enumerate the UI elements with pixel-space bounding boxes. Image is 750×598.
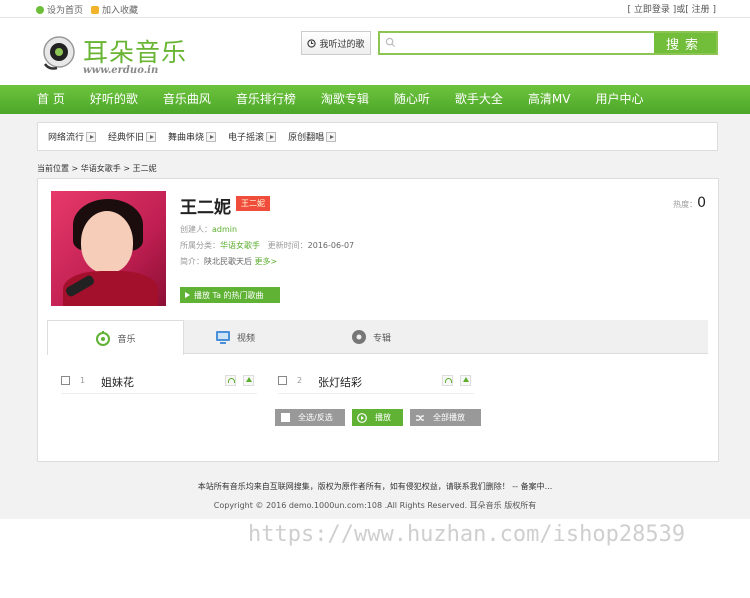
top-bar: 设为首页 加入收藏 [ 立即登录 ]或[ 注册 ] — [0, 0, 750, 18]
subnav-item[interactable]: 舞曲串烧 — [168, 130, 217, 143]
song-checkbox[interactable] — [278, 376, 287, 385]
upload-icon[interactable] — [243, 375, 254, 386]
arrow-right-icon — [206, 131, 217, 142]
creator-link[interactable]: admin — [212, 225, 237, 234]
tab-video[interactable]: 视频 — [215, 320, 255, 354]
shuffle-icon — [416, 414, 424, 421]
listen-icon[interactable] — [442, 375, 453, 386]
play-button[interactable]: 播放 — [352, 409, 403, 426]
music-icon — [96, 331, 111, 346]
nav-item-random[interactable]: 随心听 — [394, 85, 430, 114]
tab-music[interactable]: 音乐 — [47, 320, 184, 355]
nav-item-singers[interactable]: 歌手大全 — [455, 85, 503, 114]
set-home-link[interactable]: 设为首页 — [36, 3, 83, 16]
logo-text: 耳朵音乐 — [83, 38, 188, 67]
history-button[interactable]: 我听过的歌 — [301, 31, 371, 55]
play-circle-icon — [357, 412, 367, 423]
artist-photo — [51, 191, 166, 306]
search-box: 搜索 — [378, 31, 718, 55]
play-hot-songs-button[interactable]: 播放 Ta 的热门歌曲 — [180, 287, 280, 303]
home-icon — [36, 5, 44, 14]
song-row: 2 张灯结彩 — [278, 368, 474, 394]
category-row: 所属分类：华语女歌手 更新时间：2016-06-07 — [180, 241, 355, 250]
arrow-right-icon — [266, 131, 277, 142]
clock-icon — [307, 38, 317, 48]
album-disc-icon — [352, 330, 366, 344]
breadcrumb[interactable]: 当前位置 > 华语女歌手 > 王二妮 — [37, 163, 750, 173]
login-register-links[interactable]: [ 立即登录 ]或[ 注册 ] — [628, 2, 717, 15]
site-header: 耳朵音乐 www.erduo.in 我听过的歌 搜索 — [0, 18, 750, 85]
play-all-button[interactable]: 全部播放 — [410, 409, 481, 426]
video-icon — [216, 331, 230, 344]
star-icon — [91, 5, 100, 14]
nav-item-mv[interactable]: 高清MV — [528, 85, 571, 114]
content-tabs: 音乐 视频 专辑 — [47, 320, 708, 355]
subnav-item[interactable]: 网络流行 — [48, 130, 97, 143]
arrow-right-icon — [326, 131, 337, 142]
category-link[interactable]: 华语女歌手 — [220, 241, 260, 250]
search-button[interactable]: 搜索 — [654, 33, 716, 53]
search-input[interactable] — [400, 35, 650, 51]
footer-copyright: Copyright © 2016 demo.1000un.com:108 .Al… — [213, 501, 537, 510]
nav-item-albums[interactable]: 淘歌专辑 — [321, 85, 369, 114]
listen-icon[interactable] — [225, 375, 236, 386]
search-icon — [385, 37, 396, 48]
intro-row: 简介：陕北民歌天后 更多> — [180, 257, 278, 266]
song-title-link[interactable]: 张灯结彩 — [318, 374, 362, 390]
creator-row: 创建人：admin — [180, 225, 238, 234]
tab-album[interactable]: 专辑 — [351, 320, 391, 354]
subnav-item[interactable]: 电子摇滚 — [228, 130, 277, 143]
artist-panel: 王二妮 王二妮 热度：0 创建人：admin 所属分类：华语女歌手 更新时间：2… — [37, 178, 719, 462]
song-title-link[interactable]: 姐妹花 — [101, 374, 134, 390]
arrow-right-icon — [86, 131, 97, 142]
sub-nav: 网络流行 经典怀旧 舞曲串烧 电子摇滚 原创翻唱 — [37, 122, 718, 151]
song-checkbox[interactable] — [61, 376, 70, 385]
watermark: https://www.huzhan.com/ishop28539 — [248, 522, 686, 547]
add-favorite-link[interactable]: 加入收藏 — [91, 3, 138, 16]
more-link[interactable]: 更多> — [255, 257, 278, 266]
song-row: 1 姐妹花 — [61, 368, 257, 394]
checkbox-icon — [281, 413, 290, 422]
upload-icon[interactable] — [460, 375, 471, 386]
arrow-right-icon — [146, 131, 157, 142]
play-icon — [185, 292, 190, 298]
select-all-button[interactable]: 全选/反选 — [275, 409, 345, 426]
nav-item-user-center[interactable]: 用户中心 — [596, 85, 644, 114]
heat-counter: 热度：0 — [673, 195, 706, 211]
footer-disclaimer: 本站所有音乐均来自互联网搜集，版权为原作者所有，如有侵犯权益，请联系我们删除！ … — [197, 482, 553, 491]
subnav-item[interactable]: 经典怀旧 — [108, 130, 157, 143]
site-logo[interactable]: 耳朵音乐 www.erduo.in — [37, 30, 197, 90]
artist-name: 王二妮 — [180, 198, 231, 218]
headphone-logo-icon — [43, 36, 75, 70]
artist-tag: 王二妮 — [236, 196, 270, 211]
nav-item-charts[interactable]: 音乐排行榜 — [236, 85, 296, 114]
logo-url: www.erduo.in — [83, 65, 159, 76]
subnav-item[interactable]: 原创翻唱 — [288, 130, 337, 143]
